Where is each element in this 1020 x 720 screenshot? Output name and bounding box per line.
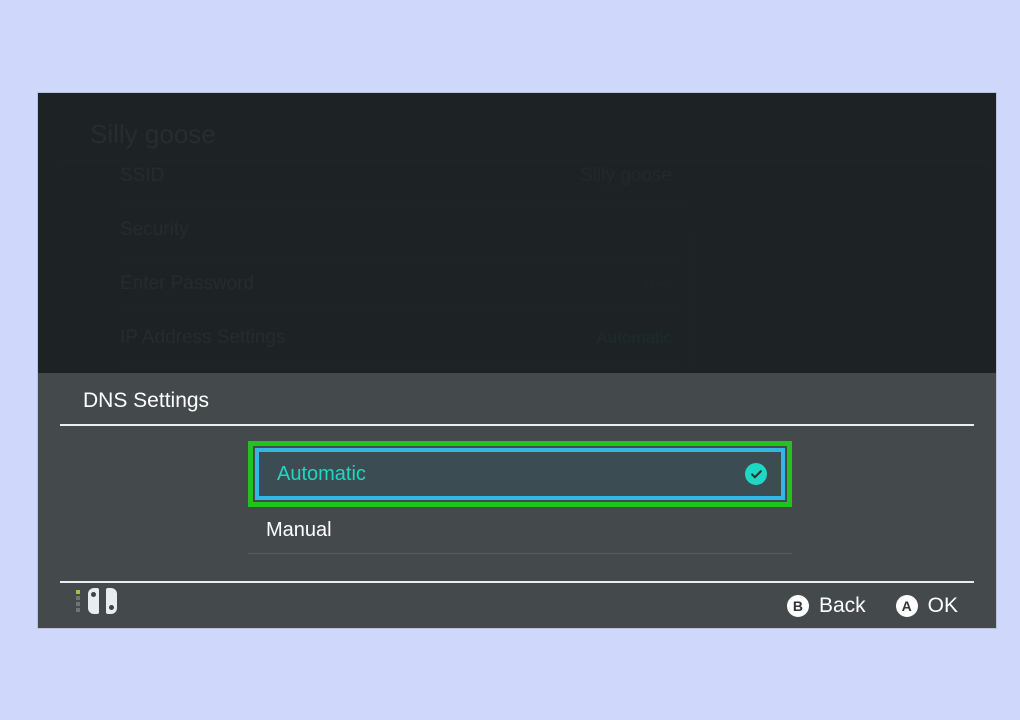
row-password[interactable]: Enter Password ····· <box>116 257 686 311</box>
row-label: Security <box>120 219 189 241</box>
option-automatic[interactable]: Automatic <box>255 448 785 500</box>
options-list: Automatic Manual <box>248 441 792 554</box>
checkmark-icon <box>745 463 767 485</box>
ok-button[interactable]: A OK <box>896 594 958 618</box>
option-manual[interactable]: Manual <box>248 507 792 554</box>
divider-vertical <box>690 234 691 371</box>
dns-settings-modal: DNS Settings Automatic Manual <box>38 373 996 628</box>
option-label: Automatic <box>277 463 366 486</box>
back-button[interactable]: B Back <box>787 594 866 618</box>
row-ssid[interactable]: SSID Silly goose <box>116 149 686 203</box>
a-button-icon: A <box>896 595 918 617</box>
row-value: ····· <box>644 274 672 294</box>
row-security[interactable]: Security <box>116 203 686 257</box>
annotation-highlight: Automatic <box>248 441 792 507</box>
hint-label: Back <box>819 594 866 618</box>
modal-title: DNS Settings <box>83 389 209 413</box>
joycon-left-icon <box>88 588 99 614</box>
divider <box>60 581 974 583</box>
row-label: Enter Password <box>120 273 254 295</box>
player-pips <box>76 588 80 614</box>
page-title: Silly goose <box>90 119 216 150</box>
row-ip-settings[interactable]: IP Address Settings Automatic <box>116 311 686 365</box>
row-label: SSID <box>120 165 164 187</box>
button-hints: B Back A OK <box>787 594 958 618</box>
row-value: Automatic <box>596 328 672 348</box>
divider <box>60 424 974 426</box>
controller-icon <box>76 588 131 618</box>
hint-label: OK <box>928 594 958 618</box>
joycon-right-icon <box>106 588 117 614</box>
row-value: Silly goose <box>580 165 672 187</box>
b-button-icon: B <box>787 595 809 617</box>
settings-window: Silly goose SSID Silly goose Security En… <box>38 93 996 628</box>
row-label: IP Address Settings <box>120 327 285 349</box>
option-label: Manual <box>266 519 332 542</box>
